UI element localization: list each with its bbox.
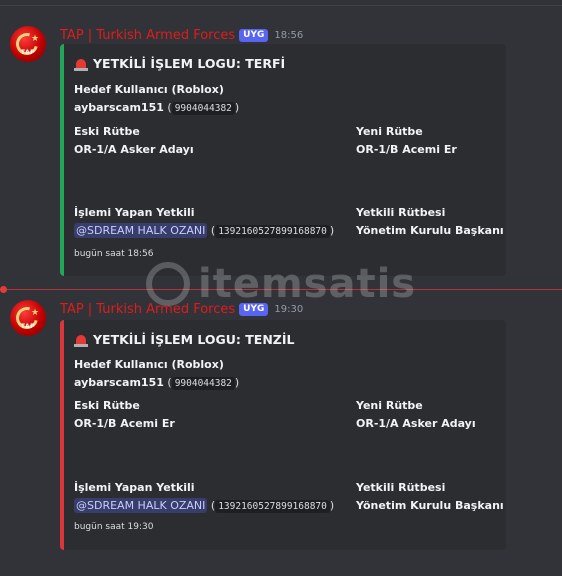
actor-value: @SDREAM HALK OZANI (1392160527899168870): [74, 498, 335, 513]
avatar-label: TAP: [20, 49, 36, 56]
new-rank-value: OR-1/A Asker Adayı: [356, 417, 476, 430]
new-messages-divider: [0, 286, 562, 293]
rotating-light-icon: [74, 333, 88, 347]
paren-close: ): [329, 499, 335, 512]
message-header: TAP | Turkish Armed Forces UYG 18:56: [60, 26, 303, 44]
embed-card: YETKİLİ İŞLEM LOGU: TENZİL Hedef Kullanı…: [60, 320, 506, 550]
timestamp[interactable]: 19:30: [274, 304, 303, 315]
actor-id: 1392160527899168870: [215, 500, 330, 513]
rotating-light-icon: [74, 57, 88, 71]
author-name[interactable]: TAP | Turkish Armed Forces: [60, 302, 235, 317]
embed-title-text: YETKİLİ İŞLEM LOGU: TENZİL: [93, 332, 295, 347]
star-icon: ★: [31, 308, 40, 318]
actor-rank-label: Yetkili Rütbesi: [356, 481, 446, 494]
actor-label: İşlemi Yapan Yetkili: [74, 206, 195, 219]
avatar[interactable]: ★ TAP: [10, 26, 46, 62]
old-rank-value: OR-1/A Asker Adayı: [74, 143, 194, 156]
old-rank-label: Eski Rütbe: [74, 125, 140, 138]
actor-mention[interactable]: @SDREAM HALK OZANI: [74, 223, 208, 238]
timestamp[interactable]: 18:56: [274, 30, 303, 41]
star-icon: ★: [31, 34, 40, 44]
actor-rank-label: Yetkili Rütbesi: [356, 206, 446, 219]
paren-close: ): [329, 224, 335, 237]
embed-card: YETKİLİ İŞLEM LOGU: TERFİ Hedef Kullanıc…: [60, 44, 506, 276]
avatar-label: TAP: [20, 323, 36, 330]
top-divider: [0, 5, 562, 6]
new-rank-value: OR-1/B Acemi Er: [356, 143, 457, 156]
target-user-value: aybarscam151 (9904044382): [74, 376, 240, 390]
target-id: 9904044382: [171, 102, 235, 115]
new-rank-label: Yeni Rütbe: [356, 399, 423, 412]
embed-footer: bugün saat 18:56: [74, 249, 154, 259]
server-tag[interactable]: UYG: [239, 28, 269, 42]
divider-dot: [0, 286, 7, 293]
old-rank-label: Eski Rütbe: [74, 399, 140, 412]
paren-close: ): [234, 101, 240, 114]
actor-id: 1392160527899168870: [215, 225, 330, 238]
actor-mention[interactable]: @SDREAM HALK OZANI: [74, 498, 208, 513]
embed-title: YETKİLİ İŞLEM LOGU: TERFİ: [74, 56, 285, 71]
server-tag[interactable]: UYG: [239, 302, 269, 316]
target-id: 9904044382: [171, 377, 235, 390]
target-user-label: Hedef Kullanıcı (Roblox): [74, 83, 224, 96]
target-username: aybarscam151: [74, 376, 164, 389]
embed-title-text: YETKİLİ İŞLEM LOGU: TERFİ: [93, 56, 286, 71]
avatar[interactable]: ★ TAP: [10, 300, 46, 336]
new-rank-label: Yeni Rütbe: [356, 125, 423, 138]
target-username: aybarscam151: [74, 101, 164, 114]
actor-label: İşlemi Yapan Yetkili: [74, 481, 195, 494]
author-name[interactable]: TAP | Turkish Armed Forces: [60, 28, 235, 43]
actor-value: @SDREAM HALK OZANI (1392160527899168870): [74, 223, 335, 238]
embed-title: YETKİLİ İŞLEM LOGU: TENZİL: [74, 332, 294, 347]
actor-rank-value: Yönetim Kurulu Başkanı: [356, 224, 504, 237]
target-user-label: Hedef Kullanıcı (Roblox): [74, 358, 224, 371]
old-rank-value: OR-1/B Acemi Er: [74, 417, 175, 430]
message-header: TAP | Turkish Armed Forces UYG 19:30: [60, 300, 303, 318]
actor-rank-value: Yönetim Kurulu Başkanı: [356, 499, 504, 512]
embed-footer: bugün saat 19:30: [74, 522, 154, 532]
paren-close: ): [234, 376, 240, 389]
target-user-value: aybarscam151 (9904044382): [74, 101, 240, 115]
